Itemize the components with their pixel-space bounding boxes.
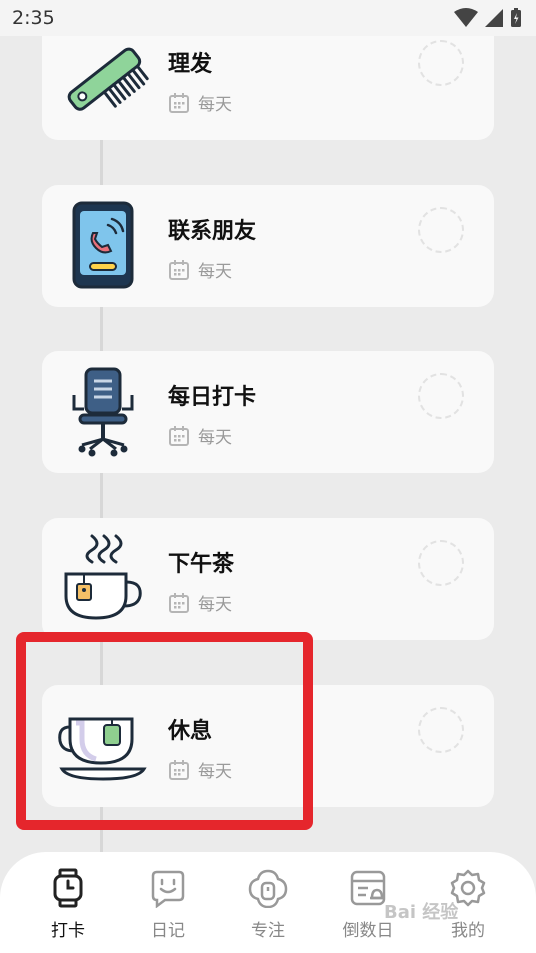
calendar-icon bbox=[169, 259, 189, 280]
task-frequency: 每天 bbox=[168, 590, 232, 615]
task-title: 休息 bbox=[168, 719, 213, 744]
frequency-label: 每天 bbox=[198, 95, 232, 115]
calendar-icon bbox=[169, 592, 189, 613]
check-button[interactable] bbox=[418, 540, 464, 586]
nav-label: 打卡 bbox=[51, 921, 85, 941]
task-frequency: 每天 bbox=[168, 257, 232, 282]
office-chair-icon bbox=[56, 365, 150, 459]
check-button[interactable] bbox=[418, 40, 464, 86]
task-frequency: 每天 bbox=[168, 757, 232, 782]
status-time: 2:35 bbox=[12, 7, 55, 29]
status-bar: 2:35 bbox=[0, 0, 536, 36]
frequency-label: 每天 bbox=[198, 595, 232, 615]
watermark: Bai 经验 bbox=[384, 902, 459, 923]
task-title: 联系朋友 bbox=[168, 219, 257, 244]
task-card[interactable]: 下午茶 每天 bbox=[42, 518, 494, 640]
comb-icon bbox=[56, 32, 150, 126]
signal-icon bbox=[485, 9, 503, 27]
smile-note-icon bbox=[151, 870, 185, 908]
tea-cup-icon bbox=[56, 699, 150, 793]
calendar-icon bbox=[169, 759, 189, 780]
calendar-icon bbox=[169, 92, 189, 113]
nav-label: 日记 bbox=[151, 921, 185, 941]
task-card[interactable]: 休息 每天 bbox=[42, 685, 494, 807]
battery-icon bbox=[511, 8, 521, 27]
tea-cup-steam-icon bbox=[56, 532, 150, 626]
calendar-icon bbox=[169, 425, 189, 446]
status-icons bbox=[454, 8, 522, 28]
task-frequency: 每天 bbox=[168, 423, 232, 448]
task-title: 每日打卡 bbox=[168, 385, 257, 410]
frequency-label: 每天 bbox=[198, 762, 232, 782]
wifi-icon bbox=[454, 8, 478, 27]
nav-tab-diary[interactable]: 日记 bbox=[123, 868, 213, 941]
check-button[interactable] bbox=[418, 707, 464, 753]
task-frequency: 每天 bbox=[168, 90, 232, 115]
task-card[interactable]: 联系朋友 每天 bbox=[42, 185, 494, 307]
frequency-label: 每天 bbox=[198, 428, 232, 448]
nav-label: 专注 bbox=[251, 921, 285, 941]
watch-clock-icon bbox=[53, 868, 83, 908]
task-card[interactable]: 每日打卡 每天 bbox=[42, 351, 494, 473]
phone-call-icon bbox=[56, 199, 150, 293]
focus-timer-icon bbox=[248, 869, 288, 908]
check-button[interactable] bbox=[418, 207, 464, 253]
nav-tab-focus[interactable]: 专注 bbox=[223, 868, 313, 941]
nav-tab-checkin[interactable]: 打卡 bbox=[23, 868, 113, 941]
task-title: 下午茶 bbox=[168, 552, 235, 577]
calendar-countdown-icon bbox=[350, 870, 386, 906]
task-title: 理发 bbox=[168, 52, 213, 77]
check-button[interactable] bbox=[418, 373, 464, 419]
task-card[interactable]: 理发 每天 bbox=[42, 18, 494, 140]
frequency-label: 每天 bbox=[198, 262, 232, 282]
